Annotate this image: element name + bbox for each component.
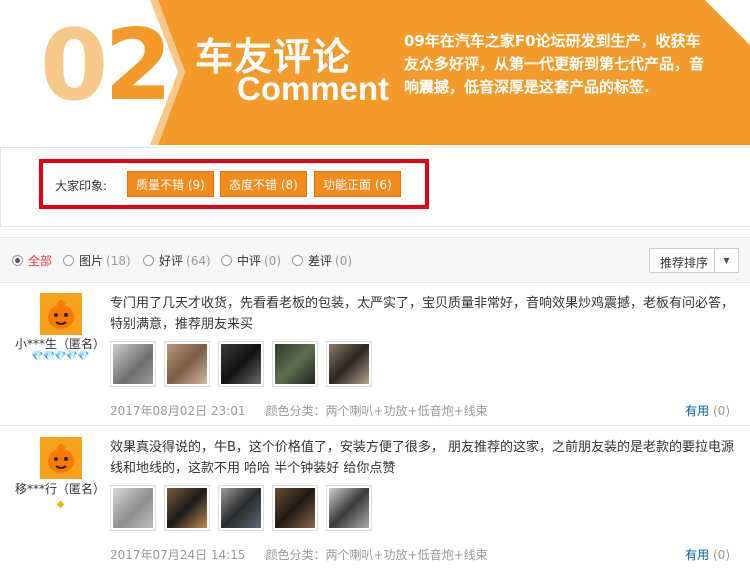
review-photo[interactable] [218,485,264,531]
review-filter-bar: 全部 图片 (18) 好评 (64) 中评 (0) 差评 (0) 推荐排序 ▼ [0,237,750,283]
radio-icon[interactable] [12,255,23,266]
radio-icon[interactable] [292,255,303,266]
review-variant: 颜色分类：两个喇叭+功放+低音炮+线束 [265,404,488,418]
sort-dropdown[interactable]: 推荐排序 ▼ [649,248,739,273]
filter-all-label: 全部 [28,254,53,268]
review-thumbnails [110,341,372,387]
radio-icon[interactable] [143,255,154,266]
review-photo[interactable] [326,485,372,531]
review-meta: 2017年07月24日 14:15 颜色分类：两个喇叭+功放+低音炮+线束 [110,546,488,563]
username: 移***行（匿名） [14,482,105,496]
review-photo[interactable] [164,341,210,387]
mascot-icon [40,437,82,479]
section-number: 02 [40,6,172,126]
review-photo[interactable] [164,485,210,531]
review-photo[interactable] [110,341,156,387]
review-date: 2017年08月02日 23:01 [110,404,246,418]
impression-tag-attitude[interactable]: 态度不错 (8) [220,171,307,197]
review-text: 效果真没得说的，牛B，这个价格值了，安装方便了很多， 朋友推荐的这家，之前朋友装… [110,440,735,476]
review-photo[interactable] [272,341,318,387]
filter-images-label: 图片 [79,254,104,268]
review-date: 2017年07月24日 14:15 [110,548,246,562]
impressions-highlight: 大家印象: 质量不错 (9) 态度不错 (8) 功能正面 (6) [39,159,429,209]
impression-tag-function[interactable]: 功能正面 (6) [314,171,401,197]
banner-title-en: Comment [237,70,390,107]
filter-neutral-label: 中评 [237,254,262,268]
filter-negative-label: 差评 [308,254,333,268]
review-item: 移***行（匿名） ◆ 效果真没得说的，牛B，这个价格值了，安装方便了很多， 朋… [0,429,750,572]
section-number-digit-0: 0 [40,9,108,123]
review-page: 02 车友评论 Comment 09年在汽车之家F0论坛研发到生产，收获车友众多… [0,0,750,572]
filter-negative-count: (0) [335,253,353,268]
section-number-digit-2: 2 [104,9,172,123]
avatar [40,293,82,335]
filter-all[interactable]: 全部 [12,252,52,269]
useful-button[interactable]: 有用 (0) [685,546,730,563]
mascot-icon [40,293,82,335]
chevron-down-icon[interactable]: ▼ [714,249,738,272]
filter-neutral[interactable]: 中评 (0) [221,252,281,269]
impressions-panel: 大家印象: 质量不错 (9) 态度不错 (8) 功能正面 (6) [0,147,750,227]
useful-label[interactable]: 有用 [685,548,709,562]
filter-images[interactable]: 图片 (18) [63,252,131,269]
review-photo[interactable] [110,485,156,531]
review-photo[interactable] [218,341,264,387]
banner-description: 09年在汽车之家F0论坛研发到生产，收获车友众多好评，从第一代更新到第七代产品，… [404,32,705,96]
radio-icon[interactable] [63,255,74,266]
useful-count: (0) [713,404,730,418]
impressions-label: 大家印象: [55,179,108,193]
review-variant: 颜色分类：两个喇叭+功放+低音炮+线束 [265,548,488,562]
useful-button[interactable]: 有用 (0) [685,402,730,419]
review-photo[interactable] [326,341,372,387]
filter-positive-label: 好评 [159,254,184,268]
filter-positive[interactable]: 好评 (64) [143,252,211,269]
username: 小***生（匿名） [14,337,105,351]
impression-tag-quality[interactable]: 质量不错 (9) [127,171,214,197]
radio-icon[interactable] [221,255,232,266]
comment-banner: 02 车友评论 Comment 09年在汽车之家F0论坛研发到生产，收获车友众多… [0,0,750,145]
review-meta: 2017年08月02日 23:01 颜色分类：两个喇叭+功放+低音炮+线束 [110,402,488,419]
filter-neutral-count: (0) [264,253,282,268]
filter-images-count: (18) [106,253,131,268]
diamond-level-icon: 💎💎💎💎💎 [31,351,89,362]
review-item: 小***生（匿名） 💎💎💎💎💎 专门用了几天才收货，先看看老板的包装，太严实了，… [0,285,750,426]
review-photo[interactable] [272,485,318,531]
review-thumbnails [110,485,372,531]
review-text: 专门用了几天才收货，先看看老板的包装，太严实了，宝贝质量非常好，音响效果炒鸡震撼… [110,296,735,332]
filter-positive-count: (64) [186,253,211,268]
useful-count: (0) [713,548,730,562]
filter-negative[interactable]: 差评 (0) [292,252,352,269]
useful-label[interactable]: 有用 [685,404,709,418]
avatar [40,437,82,479]
sort-label: 推荐排序 [660,256,709,270]
gold-level-icon: ◆ [56,499,65,510]
